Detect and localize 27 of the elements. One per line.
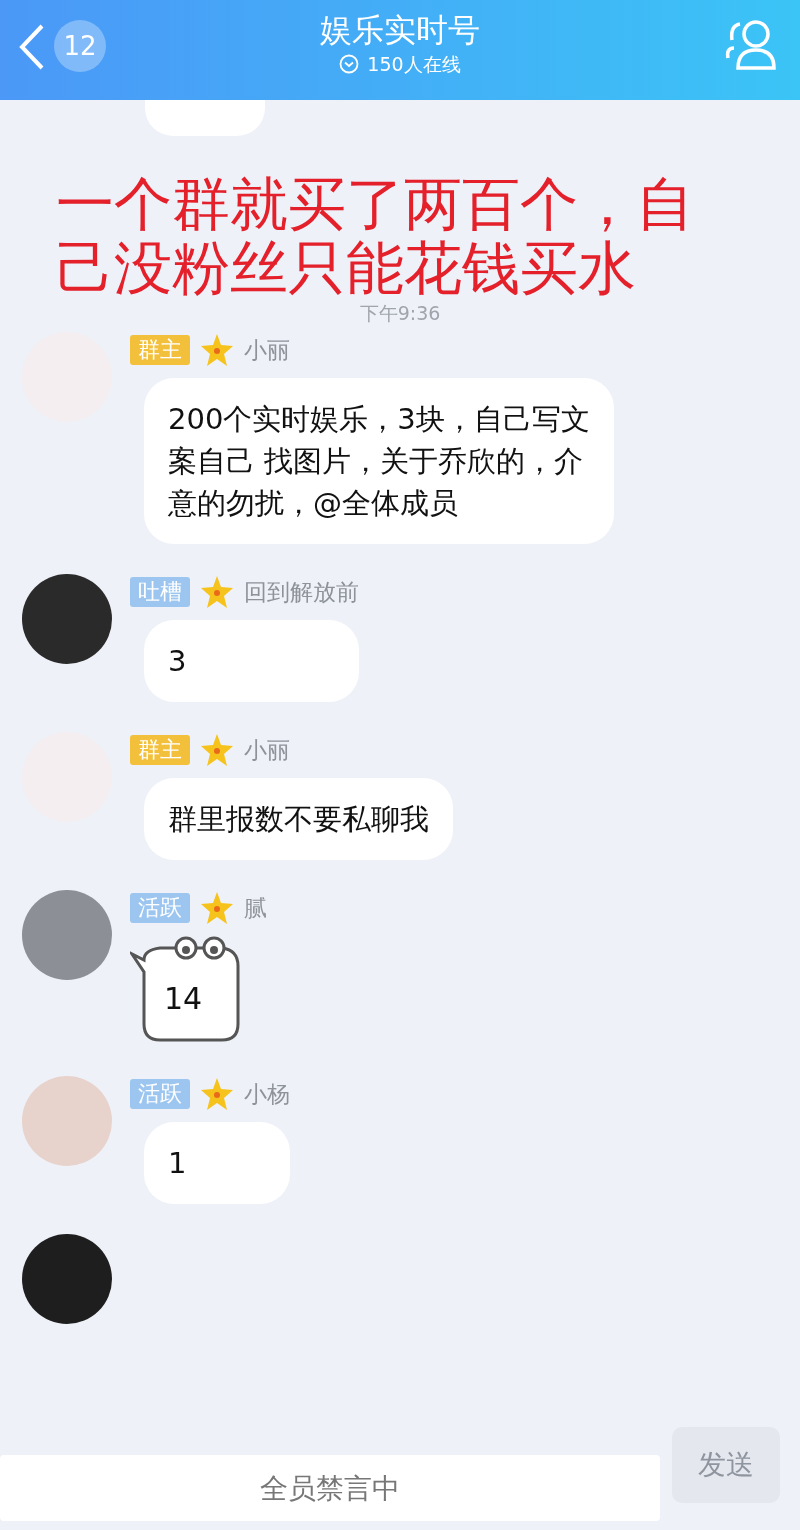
message-bubble: 200个实时娱乐，3块，自己写文案自己 找图片，关于乔欣的，介意的勿扰，@全体成员 [144, 378, 614, 544]
member-badge: 群主 [130, 335, 190, 365]
member-badge: 群主 [130, 735, 190, 765]
message-text: 14 [164, 980, 203, 1018]
member-badge: 活跃 [130, 1079, 190, 1109]
sender-name: 腻 [244, 893, 267, 923]
sender-name: 小杨 [244, 1079, 290, 1109]
dropdown-icon[interactable] [339, 54, 360, 75]
online-count: 150人在线 [367, 52, 461, 77]
timestamp: 下午9:36 [359, 301, 441, 326]
message-bubble: 3 [144, 620, 359, 702]
sender-name: 小丽 [244, 735, 290, 765]
star-icon [200, 733, 234, 767]
sender-name: 小丽 [244, 335, 290, 365]
message-bubble: 群里报数不要私聊我 [144, 778, 453, 860]
star-icon [200, 891, 234, 925]
annotation-text: 一个群就买了两百个，自 [56, 172, 694, 236]
unread-count-badge[interactable]: 12 [54, 20, 106, 72]
star-icon [200, 1077, 234, 1111]
message-bubble: 1 [144, 1122, 290, 1204]
chat-title: 娱乐实时号 [320, 10, 480, 50]
annotation-text: 己没粉丝只能花钱买水 [56, 236, 636, 300]
member-badge: 吐槽 [130, 577, 190, 607]
sender-name: 回到解放前 [244, 577, 359, 607]
member-badge: 活跃 [130, 893, 190, 923]
star-icon [200, 575, 234, 609]
star-icon [200, 333, 234, 367]
